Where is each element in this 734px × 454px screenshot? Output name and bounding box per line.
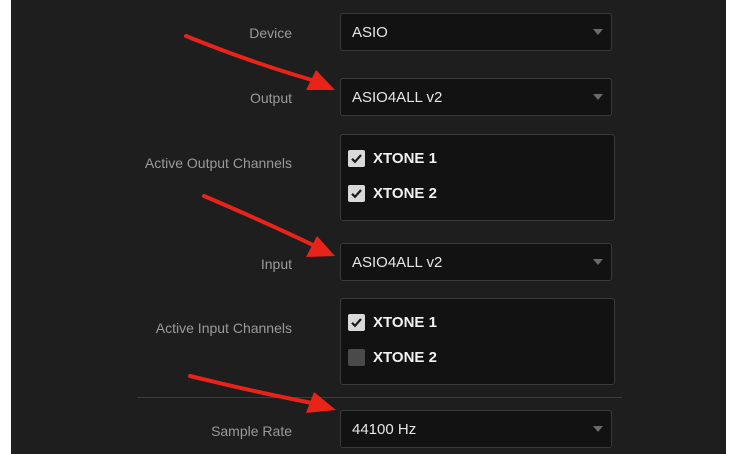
chevron-down-icon xyxy=(593,29,603,35)
input-channel-2-name: XTONE 2 xyxy=(373,348,437,366)
input-channel-1-name: XTONE 1 xyxy=(373,313,437,331)
active-input-channels-label: Active Input Channels xyxy=(155,320,292,336)
unchecked-box-icon xyxy=(348,348,365,366)
output-label: Output xyxy=(249,90,292,106)
output-dropdown[interactable]: ASIO4ALL v2 xyxy=(340,78,612,116)
section-divider xyxy=(137,397,622,398)
output-channel-1-checkbox[interactable]: XTONE 1 xyxy=(348,148,437,168)
device-dropdown[interactable]: ASIO xyxy=(340,13,612,51)
output-channel-2-name: XTONE 2 xyxy=(373,184,437,202)
output-value: ASIO4ALL v2 xyxy=(352,89,443,106)
device-value: ASIO xyxy=(352,24,388,41)
audio-settings-panel: Device ASIO Output ASIO4ALL v2 Active Ou… xyxy=(11,0,726,454)
input-channels-list: XTONE 1 XTONE 2 xyxy=(340,298,615,385)
chevron-down-icon xyxy=(593,259,603,265)
chevron-down-icon xyxy=(593,426,603,432)
sample-rate-dropdown[interactable]: 44100 Hz xyxy=(340,410,612,448)
input-label: Input xyxy=(260,256,292,272)
checkmark-icon xyxy=(348,184,365,202)
checkmark-icon xyxy=(348,149,365,167)
device-label: Device xyxy=(249,25,292,41)
input-value: ASIO4ALL v2 xyxy=(352,254,443,271)
chevron-down-icon xyxy=(593,94,603,100)
checkmark-icon xyxy=(348,313,365,331)
output-channel-1-name: XTONE 1 xyxy=(373,149,437,167)
output-channels-list: XTONE 1 XTONE 2 xyxy=(340,134,615,221)
sample-rate-value: 44100 Hz xyxy=(352,421,417,438)
input-dropdown[interactable]: ASIO4ALL v2 xyxy=(340,243,612,281)
input-channel-1-checkbox[interactable]: XTONE 1 xyxy=(348,312,437,332)
input-channel-2-checkbox[interactable]: XTONE 2 xyxy=(348,347,437,367)
sample-rate-label: Sample Rate xyxy=(211,423,292,439)
active-output-channels-label: Active Output Channels xyxy=(144,155,292,171)
output-channel-2-checkbox[interactable]: XTONE 2 xyxy=(348,183,437,203)
